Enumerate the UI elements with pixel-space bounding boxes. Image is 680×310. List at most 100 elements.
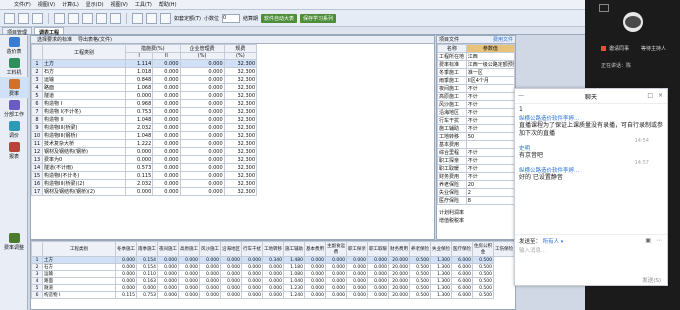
- table-cell[interactable]: 0.000: [220, 291, 242, 299]
- table-row[interactable]: 3 运输 0.000 0.110 0.000 0.000 0.000 0.000 0.000 0.…: [31, 270, 515, 278]
- table-cell[interactable]: 0.000: [152, 67, 181, 76]
- menu-view[interactable]: 视图(V): [38, 1, 55, 8]
- table-cell[interactable]: 0.000: [124, 91, 154, 100]
- table-cell[interactable]: 1.300: [430, 277, 452, 285]
- property-value[interactable]: 江西一级公路定额预算: [465, 60, 516, 69]
- table-cell[interactable]: 0.000: [262, 263, 284, 271]
- nav-cost[interactable]: 造价表: [0, 35, 28, 56]
- property-row[interactable]: 失业保险 2: [437, 188, 516, 197]
- table-row[interactable]: 1 土方 0.000 0.154 0.000 0.000 0.000 0.000 0.000 0.…: [31, 256, 515, 264]
- table-cell[interactable]: 1.300: [430, 256, 452, 264]
- table-cell[interactable]: 0.000: [325, 277, 347, 285]
- property-value[interactable]: 不计: [465, 108, 516, 117]
- table-cell[interactable]: 0.000: [179, 107, 225, 116]
- table-cell[interactable]: 0.000: [179, 99, 225, 108]
- table-cell[interactable]: 0.000: [179, 147, 225, 156]
- table-cell[interactable]: 0.000: [152, 75, 181, 84]
- table-cell[interactable]: 0.500: [409, 256, 431, 264]
- table-cell[interactable]: 0.000: [367, 277, 389, 285]
- table-cell[interactable]: 0.000: [346, 277, 368, 285]
- item-label[interactable]: 如套定额(T): [174, 15, 201, 22]
- table-cell[interactable]: 0.000: [367, 270, 389, 278]
- table-cell[interactable]: 0.000: [241, 270, 263, 278]
- table-cell[interactable]: 0.500: [409, 291, 431, 299]
- table-cell[interactable]: 32.300: [223, 163, 258, 172]
- nav-rate-adjust[interactable]: 费率调整: [0, 231, 28, 252]
- property-value[interactable]: 不计: [465, 92, 516, 101]
- table-cell[interactable]: 运输: [42, 75, 126, 84]
- table-cell[interactable]: 0.000: [262, 277, 284, 285]
- table-cell[interactable]: 0.848: [124, 75, 154, 84]
- table-cell[interactable]: 0.000: [179, 59, 225, 68]
- table-cell[interactable]: 0.000: [241, 256, 263, 264]
- table-cell[interactable]: 0.000: [346, 270, 368, 278]
- table-cell[interactable]: 1.180: [283, 263, 305, 271]
- table-cell[interactable]: 1.040: [283, 277, 305, 285]
- table-cell[interactable]: 0.000: [262, 284, 284, 292]
- image-icon[interactable]: ▣: [645, 237, 651, 244]
- table-cell[interactable]: 隧道: [42, 91, 126, 100]
- table-row[interactable]: 1 土方 1.114 0.000 0.000 32.300: [31, 59, 258, 68]
- table-cell[interactable]: 0.000: [179, 91, 225, 100]
- table-cell[interactable]: 0.154: [136, 263, 158, 271]
- table-cell[interactable]: 0.753: [124, 107, 154, 116]
- property-value[interactable]: II区4个月: [465, 76, 516, 85]
- table-cell[interactable]: 0.000: [152, 155, 181, 164]
- table-cell[interactable]: 构造物 I(不计冬): [42, 107, 126, 116]
- property-row[interactable]: 高原施工 不计: [437, 92, 516, 101]
- table-cell[interactable]: 0.000: [136, 284, 158, 292]
- table-cell[interactable]: 0.000: [124, 187, 154, 196]
- table-row[interactable]: 6 构造物 I 0.968 0.000 0.000 32.300: [31, 99, 258, 108]
- table-cell[interactable]: 0.000: [179, 163, 225, 172]
- property-row[interactable]: 财务费用 不计: [437, 172, 516, 181]
- table-cell[interactable]: 32.300: [223, 179, 258, 188]
- calc-icon[interactable]: [132, 12, 143, 24]
- table-cell[interactable]: 0.000: [304, 291, 326, 299]
- table-cell[interactable]: 0.000: [115, 256, 137, 264]
- table-cell[interactable]: 钢材及钢结构(钢桥)(2): [42, 187, 126, 196]
- table-cell[interactable]: 路面: [42, 277, 116, 285]
- table-row[interactable]: 2 石方 1.018 0.000 0.000 32.300: [31, 67, 258, 76]
- undo-icon[interactable]: [96, 12, 107, 24]
- property-value[interactable]: 不计: [465, 164, 516, 173]
- table-cell[interactable]: 0.000: [152, 163, 181, 172]
- table-row[interactable]: 7 构造物 I(不计冬) 0.753 0.000 0.000 32.300: [31, 107, 258, 116]
- pin-icon[interactable]: □: [647, 92, 653, 99]
- table-cell[interactable]: 0.000: [304, 263, 326, 271]
- table-row[interactable]: 12 钢材及钢结构(钢桥) 0.000 0.000 0.000 32.300: [31, 147, 258, 156]
- property-row[interactable]: 职工取暖 不计: [437, 164, 516, 173]
- table-cell[interactable]: 构造物 I: [42, 99, 126, 108]
- table-cell[interactable]: 0.000: [152, 139, 181, 148]
- property-value[interactable]: 不计: [465, 172, 516, 181]
- table-cell[interactable]: 32.300: [223, 115, 258, 124]
- table-cell[interactable]: 0.000: [325, 291, 347, 299]
- table-cell[interactable]: 0.000: [179, 131, 225, 140]
- nav-adjust[interactable]: 调价: [0, 119, 28, 140]
- property-row[interactable]: 沿海地区 不计: [437, 108, 516, 117]
- property-row[interactable]: 费率标准 江西一级公路定额预算: [437, 60, 516, 69]
- subtab-select-standard[interactable]: 选择要求的标准: [37, 36, 72, 43]
- property-row[interactable]: 施工辅助 不计: [437, 124, 516, 133]
- cut-icon[interactable]: [54, 12, 65, 24]
- table-cell[interactable]: 构造物I(不计冬): [42, 171, 126, 180]
- table-row[interactable]: 13 费率为0 0.000 0.000 0.000 32.300: [31, 155, 258, 164]
- property-row[interactable]: 雨季施工 II区4个月: [437, 76, 516, 85]
- table-cell[interactable]: 0.000: [241, 284, 263, 292]
- window-icon[interactable]: [599, 4, 609, 12]
- table-cell[interactable]: 32.300: [223, 67, 258, 76]
- property-row[interactable]: 医疗保险 8: [437, 196, 516, 205]
- table-cell[interactable]: 6.000: [451, 284, 473, 292]
- table-cell[interactable]: 0.000: [152, 83, 181, 92]
- property-value[interactable]: 江西: [465, 52, 516, 61]
- property-value[interactable]: 20: [465, 180, 516, 189]
- table-cell[interactable]: 20.000: [388, 263, 410, 271]
- table-cell[interactable]: 0.000: [220, 270, 242, 278]
- table-cell[interactable]: 20.000: [388, 291, 410, 299]
- table-cell[interactable]: 1.300: [430, 270, 452, 278]
- table-cell[interactable]: 0.000: [157, 256, 179, 264]
- table-cell[interactable]: 1.300: [430, 291, 452, 299]
- table-cell[interactable]: 0.000: [179, 187, 225, 196]
- table-cell[interactable]: 0.000: [241, 277, 263, 285]
- table-cell[interactable]: 20.000: [388, 270, 410, 278]
- property-row[interactable]: 基本费用: [437, 140, 516, 149]
